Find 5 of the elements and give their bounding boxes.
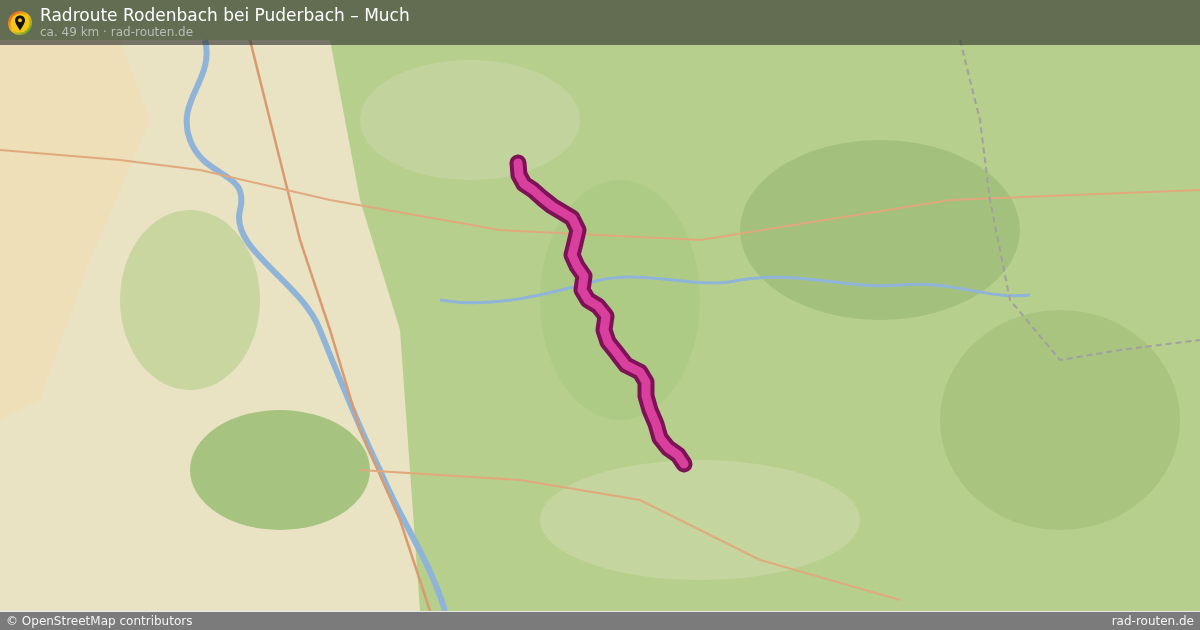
route-title: Radroute Rodenbach bei Puderbach – Much	[40, 6, 410, 25]
map-attribution: © OpenStreetMap contributors	[6, 612, 193, 630]
map-pin-icon	[8, 10, 32, 35]
site-name: rad-routen.de	[1111, 612, 1194, 630]
route-subtitle: ca. 49 km · rad-routen.de	[40, 25, 195, 39]
